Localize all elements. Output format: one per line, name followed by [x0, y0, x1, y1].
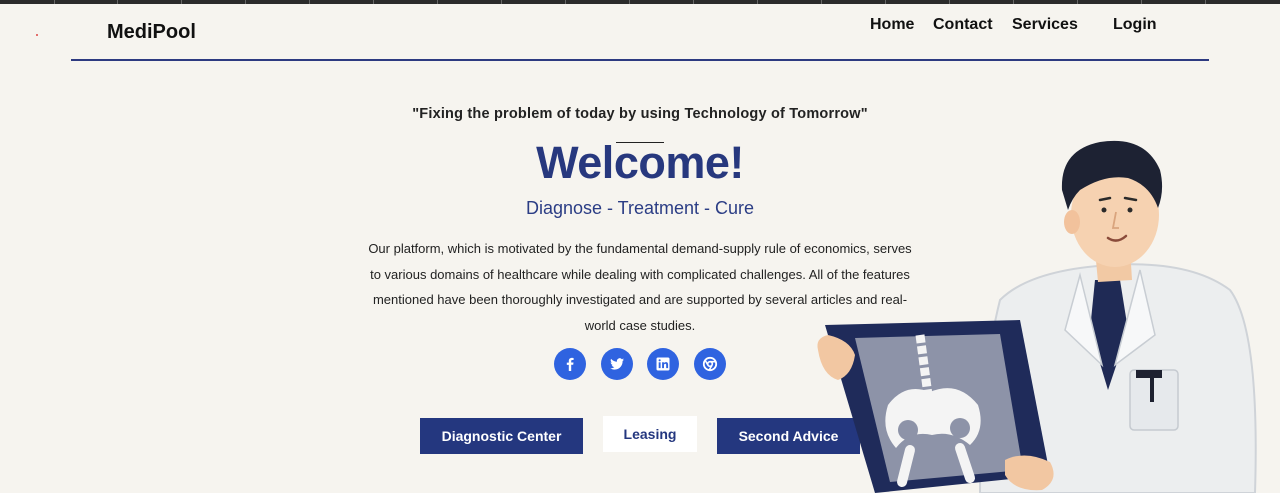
twitter-link[interactable]	[601, 348, 633, 380]
browser-top-strip	[0, 0, 1280, 4]
nav-login[interactable]: Login	[1113, 16, 1157, 34]
main-nav: Home Contact Services Login	[0, 16, 1280, 36]
facebook-link[interactable]	[554, 348, 586, 380]
linkedin-icon	[656, 357, 670, 371]
chrome-link[interactable]	[694, 348, 726, 380]
twitter-icon	[610, 358, 624, 370]
linkedin-link[interactable]	[647, 348, 679, 380]
nav-home[interactable]: Home	[870, 16, 914, 34]
header-divider	[71, 59, 1209, 61]
leasing-button[interactable]: Leasing	[603, 416, 697, 452]
doctor-xray-illustration	[817, 140, 1257, 493]
nav-services[interactable]: Services	[1012, 16, 1078, 34]
chrome-icon	[702, 356, 718, 372]
facebook-icon	[566, 357, 574, 371]
diagnostic-center-button[interactable]: Diagnostic Center	[420, 418, 583, 454]
nav-contact[interactable]: Contact	[933, 16, 993, 34]
hero-quote: "Fixing the problem of today by using Te…	[412, 106, 868, 122]
